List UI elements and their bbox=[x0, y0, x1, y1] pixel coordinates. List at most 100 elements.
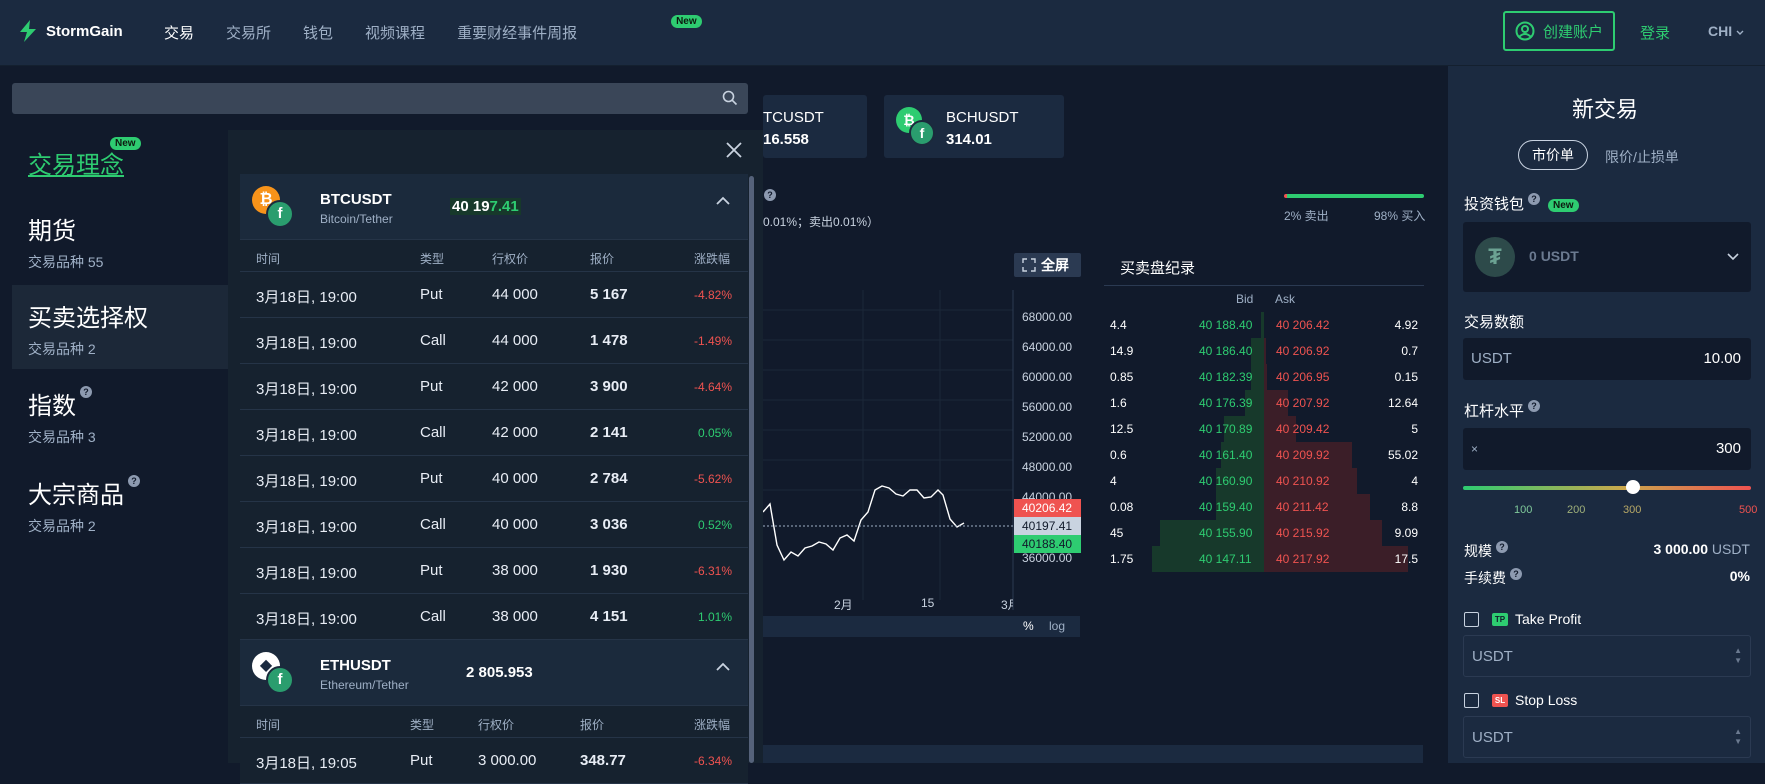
tab-market-order[interactable]: 市价单 bbox=[1518, 140, 1588, 170]
cell-strike: 3 000.00 bbox=[478, 752, 537, 769]
percent-toggle[interactable]: % bbox=[1023, 619, 1034, 633]
amount-input[interactable]: USDT 10.00 bbox=[1463, 338, 1751, 380]
asset-header-eth[interactable]: ◆ f ETHUSDT Ethereum/Tether 2 805.953 bbox=[240, 640, 748, 706]
cell-time: 3月18日, 19:00 bbox=[256, 473, 357, 490]
ask-size: 55.02 bbox=[1387, 448, 1418, 462]
leverage-input[interactable]: × 300 bbox=[1463, 428, 1751, 470]
stop-loss-input[interactable]: USDT ▲ ▼ bbox=[1463, 716, 1751, 758]
table-row[interactable]: 3月18日, 19:00 Put 38 000 1 930 -6.31% bbox=[240, 548, 748, 594]
asset-header-btc[interactable]: ₿ f BTCUSDT Bitcoin/Tether 40 197.41 bbox=[240, 174, 748, 240]
table-row[interactable]: 3月18日, 19:00 Put 44 000 5 167 -4.82% bbox=[240, 272, 748, 318]
help-icon[interactable]: ? bbox=[128, 475, 140, 487]
cell-change: -4.64% bbox=[693, 380, 732, 394]
table-row[interactable]: 3月18日, 19:00 Put 40 000 2 784 -5.62% bbox=[240, 456, 748, 502]
login-link[interactable]: 登录 bbox=[1640, 22, 1670, 43]
menu-item-futures[interactable]: 期货 交易品种 55 bbox=[28, 211, 103, 272]
stepper-icon[interactable]: ▲ ▼ bbox=[1734, 727, 1742, 747]
col-time: 时间 bbox=[256, 718, 281, 732]
ask-size: 9.09 bbox=[1394, 526, 1418, 540]
cell-quote: 5 167 bbox=[590, 286, 628, 303]
log-toggle[interactable]: log bbox=[1049, 619, 1065, 633]
cell-change: 0.05% bbox=[697, 426, 732, 440]
leverage-slider-handle[interactable] bbox=[1626, 480, 1640, 494]
eth-coin-icon: ◆ f bbox=[252, 652, 298, 698]
nav-item-video-courses[interactable]: 视频课程 bbox=[365, 22, 425, 43]
bid-depth-bar bbox=[1251, 364, 1264, 390]
y-tick: 64000.00 bbox=[1022, 340, 1073, 354]
user-circle-icon bbox=[1515, 21, 1535, 41]
leverage-label: 杠杆水平? bbox=[1464, 400, 1541, 421]
ask-size: 17.5 bbox=[1394, 552, 1418, 566]
help-icon[interactable]: ? bbox=[1528, 193, 1541, 205]
leverage-slider[interactable] bbox=[1463, 486, 1751, 490]
menu-item-indices[interactable]: 指数? 交易品种 3 bbox=[28, 386, 96, 447]
nav-item-exchange[interactable]: 交易所 bbox=[226, 22, 271, 43]
bid-depth-bar bbox=[1261, 312, 1264, 338]
cell-change: 1.01% bbox=[697, 610, 732, 624]
chevron-up-icon[interactable] bbox=[716, 196, 730, 206]
brand-logo[interactable]: StormGain bbox=[18, 20, 123, 42]
table-row[interactable]: 3月18日, 19:00 Put 42 000 3 900 -4.64% bbox=[240, 364, 748, 410]
order-book-row: 4 40 160.90 40 210.92 4 bbox=[1104, 468, 1424, 494]
chevron-up-icon[interactable] bbox=[716, 662, 730, 672]
cell-strike: 38 000 bbox=[492, 608, 538, 625]
menu-item-options[interactable]: 买卖选择权 交易品种 2 bbox=[28, 298, 148, 359]
bid-price: 40 161.40 bbox=[1199, 448, 1253, 462]
table-row[interactable]: 3月18日, 19:00 Call 44 000 1 478 -1.49% bbox=[240, 318, 748, 364]
search-input[interactable] bbox=[12, 83, 748, 114]
instrument-tile-tc[interactable]: TCUSDT 16.558 bbox=[763, 95, 867, 158]
table-row[interactable]: 3月18日, 19:00 Call 38 000 4 151 1.01% bbox=[240, 594, 748, 640]
size-value: 3 000.00 bbox=[1653, 541, 1708, 557]
ask-size: 4 bbox=[1411, 474, 1418, 488]
help-icon[interactable]: ? bbox=[1496, 541, 1508, 553]
table-row[interactable]: 3月18日, 19:05 Put 3 000.00 348.77 -6.34% bbox=[240, 738, 748, 784]
size-label: 规模? bbox=[1464, 541, 1508, 561]
table-row[interactable]: 3月18日, 19:00 Call 42 000 2 141 0.05% bbox=[240, 410, 748, 456]
menu-item-ideas[interactable]: 交易理念 New bbox=[28, 137, 141, 180]
y-tick: 52000.00 bbox=[1022, 430, 1073, 444]
help-icon[interactable]: ? bbox=[1510, 568, 1522, 580]
tile-symbol: BCHUSDT bbox=[946, 109, 1019, 126]
nav-item-weekly-events[interactable]: 重要财经事件周报 New bbox=[457, 15, 702, 43]
stop-loss-checkbox[interactable] bbox=[1464, 693, 1479, 708]
close-icon[interactable] bbox=[726, 142, 742, 158]
cell-quote: 3 900 bbox=[590, 378, 628, 395]
stepper-icon[interactable]: ▲ ▼ bbox=[1734, 646, 1742, 666]
menu-item-commodities[interactable]: 大宗商品? 交易品种 2 bbox=[28, 475, 140, 536]
cell-time: 3月18日, 19:00 bbox=[256, 335, 357, 352]
bid-price: 40 182.39 bbox=[1199, 370, 1253, 384]
table-row[interactable]: 3月18日, 19:00 Call 40 000 3 036 0.52% bbox=[240, 502, 748, 548]
nav-item-trade[interactable]: 交易 bbox=[164, 22, 194, 43]
stormgain-logo-icon bbox=[20, 20, 36, 42]
take-profit-checkbox[interactable] bbox=[1464, 612, 1479, 627]
y-tick: 60000.00 bbox=[1022, 370, 1073, 384]
help-icon[interactable]: ? bbox=[80, 386, 92, 398]
cell-time: 3月18日, 19:00 bbox=[256, 289, 357, 306]
help-icon[interactable]: ? bbox=[1528, 400, 1541, 412]
size-label-text: 规模 bbox=[1464, 543, 1492, 559]
size-unit: USDT bbox=[1711, 541, 1750, 557]
chart-footer: % log bbox=[763, 616, 1080, 637]
sentiment-bar bbox=[1284, 194, 1424, 198]
take-profit-input[interactable]: USDT ▲ ▼ bbox=[1463, 635, 1751, 677]
help-icon[interactable]: ? bbox=[764, 189, 776, 201]
order-book-row: 14.9 40 186.40 40 206.92 0.7 bbox=[1104, 338, 1424, 364]
bid-size: 0.6 bbox=[1110, 448, 1127, 462]
scrollbar[interactable] bbox=[749, 176, 754, 763]
bid-price: 40 186.40 bbox=[1199, 344, 1253, 358]
nav-item-wallet[interactable]: 钱包 bbox=[303, 22, 333, 43]
tab-limit-order[interactable]: 限价/止损单 bbox=[1605, 147, 1715, 167]
cell-type: Put bbox=[420, 470, 443, 487]
wallet-unit: USDT bbox=[1540, 248, 1579, 264]
create-account-button[interactable]: 创建账户 bbox=[1503, 11, 1615, 51]
chevron-down-icon bbox=[1727, 253, 1739, 261]
expand-icon bbox=[1022, 258, 1036, 272]
language-selector[interactable]: CHI bbox=[1708, 23, 1744, 39]
tether-icon: ₮ bbox=[1475, 237, 1515, 277]
fullscreen-button[interactable]: 全屏 bbox=[1014, 253, 1081, 277]
instrument-tile-bch[interactable]: ₿ f BCHUSDT 314.01 bbox=[884, 95, 1064, 158]
order-book-row: 0.6 40 161.40 40 209.92 55.02 bbox=[1104, 442, 1424, 468]
order-book-row: 1.75 40 147.11 40 217.92 17.5 bbox=[1104, 546, 1424, 572]
wallet-selector[interactable]: ₮ 0 USDT bbox=[1463, 222, 1751, 292]
amount-label: 交易数额 bbox=[1464, 314, 1525, 331]
